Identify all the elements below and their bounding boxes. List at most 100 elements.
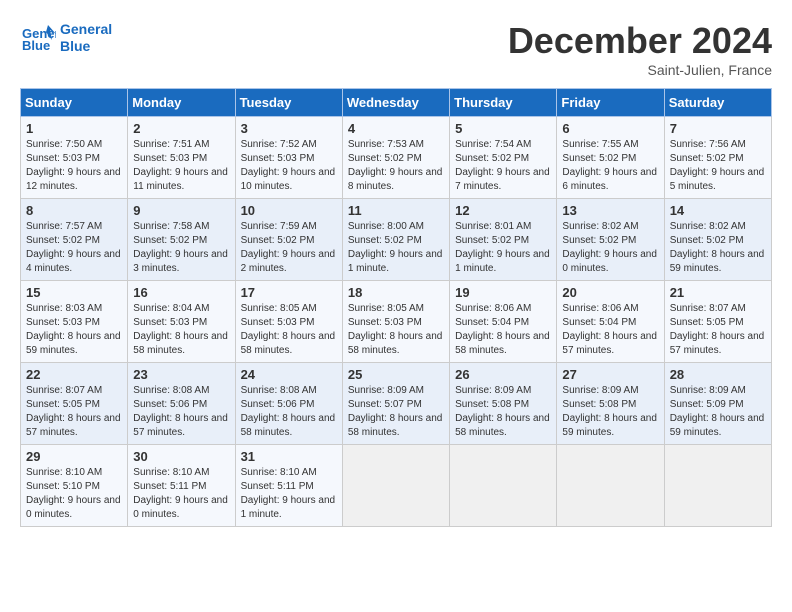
cell-sunset: Sunset: 5:03 PM	[133, 317, 207, 328]
calendar-cell: 27 Sunrise: 8:09 AM Sunset: 5:08 PM Dayligh…	[557, 363, 664, 445]
cell-sunset: Sunset: 5:02 PM	[348, 235, 422, 246]
cell-daylight: Daylight: 8 hours and 58 minutes.	[133, 331, 228, 356]
calendar-cell: 14Sunrise: 8:02 AMSunset: 5:02 PMDayligh…	[664, 199, 771, 281]
cell-sunset: Sunset: 5:02 PM	[348, 153, 422, 164]
cell-sunrise: Sunrise: 8:09 AM	[670, 385, 746, 396]
calendar-week-5: 29 Sunrise: 8:10 AM Sunset: 5:10 PM Dayligh…	[21, 445, 772, 527]
cell-sunset: Sunset: 5:02 PM	[455, 235, 529, 246]
cell-sunset: Sunset: 5:10 PM	[26, 481, 100, 492]
day-number: 16	[133, 285, 229, 300]
cell-sunrise: Sunrise: 8:09 AM	[562, 385, 638, 396]
cell-sunrise: Sunrise: 8:05 AM	[348, 303, 424, 314]
page-header: General Blue General Blue December 2024 …	[20, 20, 772, 78]
cell-daylight: Daylight: 8 hours and 58 minutes.	[348, 331, 443, 356]
cell-daylight: Daylight: 8 hours and 57 minutes.	[133, 413, 228, 438]
calendar-cell: 2Sunrise: 7:51 AMSunset: 5:03 PMDaylight…	[128, 117, 235, 199]
day-number: 9	[133, 203, 229, 218]
cell-sunset: Sunset: 5:03 PM	[26, 153, 100, 164]
cell-sunrise: Sunrise: 8:09 AM	[348, 385, 424, 396]
cell-sunrise: Sunrise: 8:02 AM	[670, 221, 746, 232]
cell-sunset: Sunset: 5:03 PM	[26, 317, 100, 328]
cell-sunrise: Sunrise: 8:09 AM	[455, 385, 531, 396]
cell-daylight: Daylight: 9 hours and 12 minutes.	[26, 167, 121, 192]
day-number: 26	[455, 367, 551, 382]
calendar-cell: 18Sunrise: 8:05 AMSunset: 5:03 PMDayligh…	[342, 281, 449, 363]
cell-sunset: Sunset: 5:06 PM	[133, 399, 207, 410]
calendar-cell: 1 Sunrise: 7:50 AM Sunset: 5:03 PM Daylight…	[21, 117, 128, 199]
cell-daylight: Daylight: 8 hours and 58 minutes.	[241, 413, 336, 438]
cell-daylight: Daylight: 9 hours and 3 minutes.	[133, 249, 228, 274]
calendar-header-row: SundayMondayTuesdayWednesdayThursdayFrid…	[21, 89, 772, 117]
calendar-week-4: 22Sunrise: 8:07 AMSunset: 5:05 PMDayligh…	[21, 363, 772, 445]
cell-sunset: Sunset: 5:09 PM	[670, 399, 744, 410]
calendar-week-3: 15Sunrise: 8:03 AMSunset: 5:03 PMDayligh…	[21, 281, 772, 363]
calendar-cell: 30Sunrise: 8:10 AMSunset: 5:11 PMDayligh…	[128, 445, 235, 527]
cell-daylight: Daylight: 8 hours and 57 minutes.	[26, 413, 121, 438]
cell-sunrise: Sunrise: 7:50 AM	[26, 139, 102, 150]
cell-sunrise: Sunrise: 8:10 AM	[241, 467, 317, 478]
calendar-week-2: 8Sunrise: 7:57 AMSunset: 5:02 PMDaylight…	[21, 199, 772, 281]
cell-daylight: Daylight: 9 hours and 10 minutes.	[241, 167, 336, 192]
cell-sunset: Sunset: 5:05 PM	[670, 317, 744, 328]
calendar-cell: 10Sunrise: 7:59 AMSunset: 5:02 PMDayligh…	[235, 199, 342, 281]
calendar-cell: 29Sunrise: 8:10 AMSunset: 5:10 PMDayligh…	[21, 445, 128, 527]
day-header-saturday: Saturday	[664, 89, 771, 117]
cell-daylight: Daylight: 8 hours and 58 minutes.	[348, 413, 443, 438]
calendar-cell: 11Sunrise: 8:00 AMSunset: 5:02 PMDayligh…	[342, 199, 449, 281]
day-number: 31	[241, 449, 337, 464]
cell-sunrise: Sunrise: 8:05 AM	[241, 303, 317, 314]
logo-icon: General Blue	[20, 20, 56, 56]
cell-sunset: Sunset: 5:03 PM	[133, 153, 207, 164]
day-header-wednesday: Wednesday	[342, 89, 449, 117]
day-header-monday: Monday	[128, 89, 235, 117]
calendar-cell	[450, 445, 557, 527]
day-number: 6	[562, 121, 658, 136]
cell-daylight: Daylight: 8 hours and 59 minutes.	[562, 413, 657, 438]
cell-daylight: Daylight: 8 hours and 59 minutes.	[26, 331, 121, 356]
day-number: 17	[241, 285, 337, 300]
day-number: 3	[241, 121, 337, 136]
day-number: 1	[26, 121, 122, 136]
day-number: 29	[26, 449, 122, 464]
cell-daylight: Daylight: 8 hours and 58 minutes.	[455, 413, 550, 438]
cell-sunrise: Sunrise: 8:04 AM	[133, 303, 209, 314]
calendar-cell	[342, 445, 449, 527]
cell-sunrise: Sunrise: 8:01 AM	[455, 221, 531, 232]
day-number: 27	[562, 367, 658, 382]
cell-daylight: Daylight: 8 hours and 58 minutes.	[455, 331, 550, 356]
cell-sunrise: Sunrise: 8:07 AM	[670, 303, 746, 314]
day-number: 7	[670, 121, 766, 136]
cell-sunrise: Sunrise: 7:53 AM	[348, 139, 424, 150]
cell-sunrise: Sunrise: 8:00 AM	[348, 221, 424, 232]
cell-sunrise: Sunrise: 7:58 AM	[133, 221, 209, 232]
calendar-cell: 16 Sunrise: 8:04 AM Sunset: 5:03 PM Dayligh…	[128, 281, 235, 363]
day-number: 25	[348, 367, 444, 382]
cell-sunrise: Sunrise: 7:52 AM	[241, 139, 317, 150]
day-header-tuesday: Tuesday	[235, 89, 342, 117]
cell-sunrise: Sunrise: 7:56 AM	[670, 139, 746, 150]
calendar-cell: 8Sunrise: 7:57 AMSunset: 5:02 PMDaylight…	[21, 199, 128, 281]
cell-daylight: Daylight: 9 hours and 5 minutes.	[670, 167, 765, 192]
cell-sunrise: Sunrise: 8:06 AM	[455, 303, 531, 314]
day-number: 8	[26, 203, 122, 218]
calendar-cell: 17Sunrise: 8:05 AMSunset: 5:03 PMDayligh…	[235, 281, 342, 363]
day-number: 10	[241, 203, 337, 218]
day-number: 11	[348, 203, 444, 218]
calendar-cell: 25Sunrise: 8:09 AMSunset: 5:07 PMDayligh…	[342, 363, 449, 445]
cell-daylight: Daylight: 9 hours and 6 minutes.	[562, 167, 657, 192]
month-title: December 2024	[508, 20, 772, 62]
calendar-cell: 15Sunrise: 8:03 AMSunset: 5:03 PMDayligh…	[21, 281, 128, 363]
cell-daylight: Daylight: 9 hours and 0 minutes.	[133, 495, 228, 520]
cell-sunset: Sunset: 5:08 PM	[562, 399, 636, 410]
calendar-cell: 21Sunrise: 8:07 AMSunset: 5:05 PMDayligh…	[664, 281, 771, 363]
cell-sunrise: Sunrise: 7:51 AM	[133, 139, 209, 150]
cell-sunset: Sunset: 5:02 PM	[562, 153, 636, 164]
cell-daylight: Daylight: 9 hours and 7 minutes.	[455, 167, 550, 192]
location: Saint-Julien, France	[508, 62, 772, 78]
day-number: 5	[455, 121, 551, 136]
calendar-cell: 24Sunrise: 8:08 AMSunset: 5:06 PMDayligh…	[235, 363, 342, 445]
logo-line2: Blue	[60, 38, 112, 55]
day-number: 24	[241, 367, 337, 382]
cell-daylight: Daylight: 9 hours and 1 minute.	[241, 495, 336, 520]
day-number: 12	[455, 203, 551, 218]
